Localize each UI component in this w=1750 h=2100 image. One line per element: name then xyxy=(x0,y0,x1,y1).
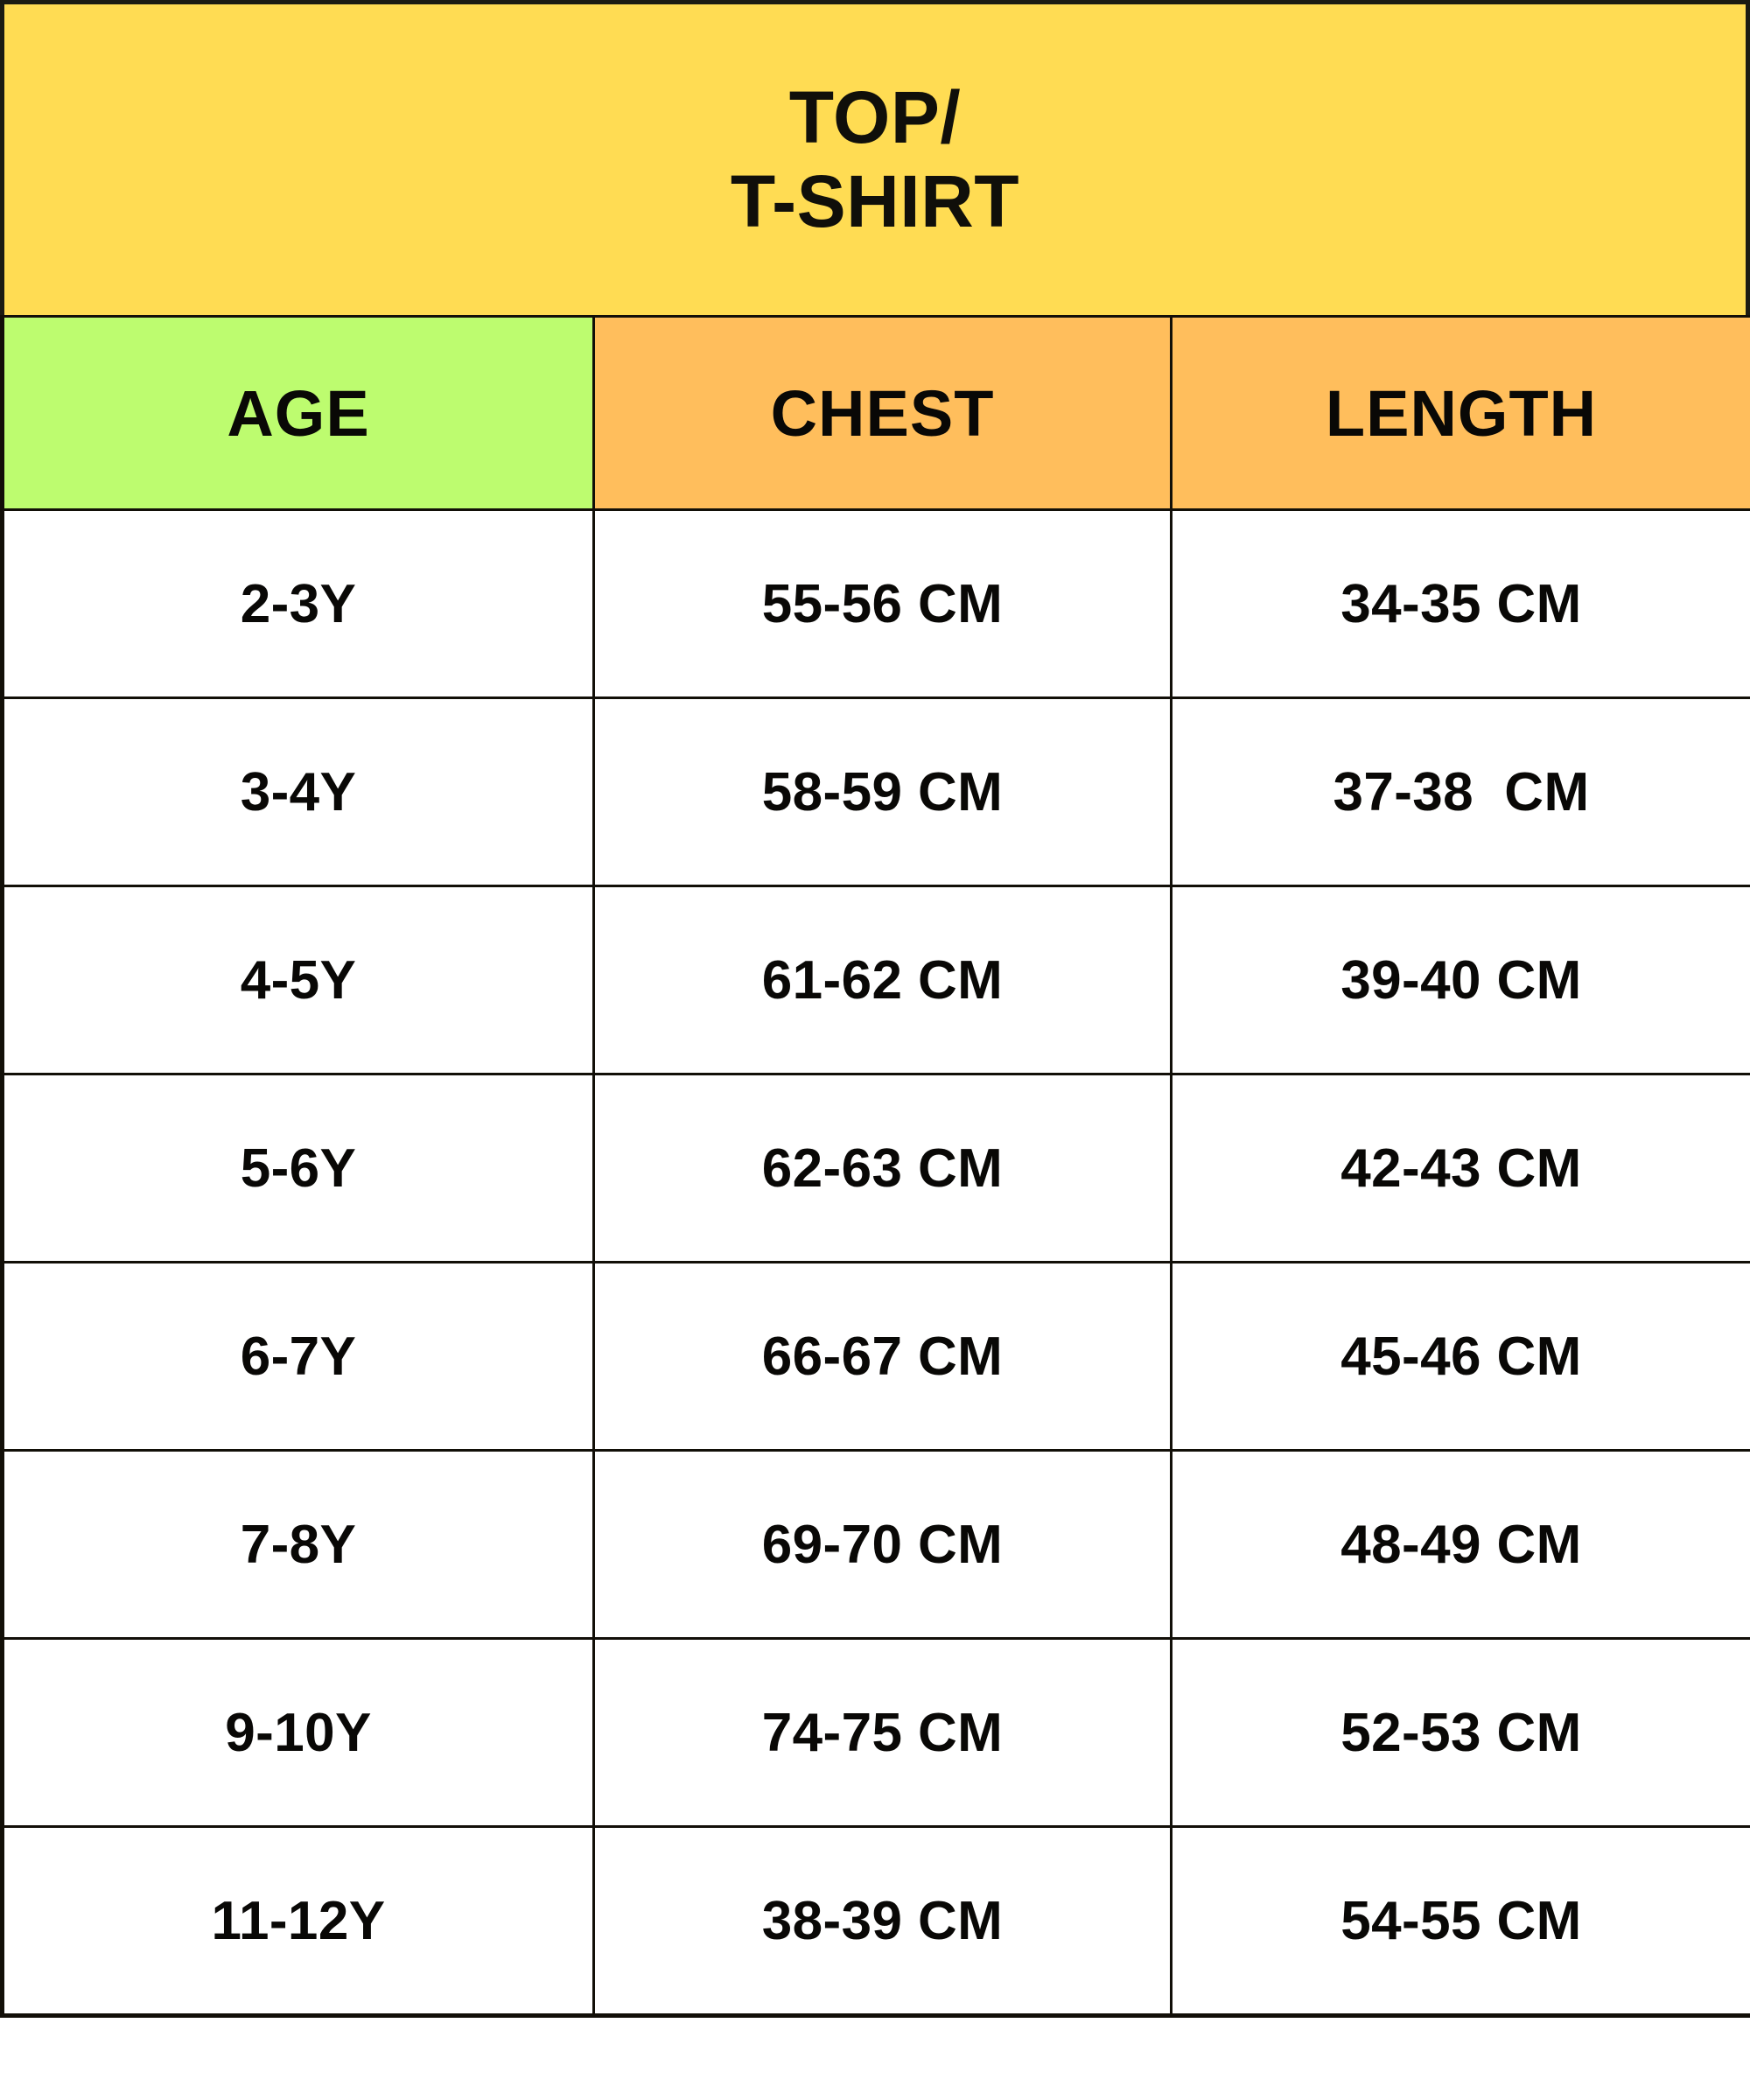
column-header-chest: CHEST xyxy=(592,315,1172,511)
cell-chest: 69-70 CM xyxy=(592,1449,1172,1640)
cell-age: 4-5Y xyxy=(0,885,595,1075)
table-row: 3-4Y 58-59 CM 37-38 CM xyxy=(0,696,1750,887)
column-header-age: AGE xyxy=(0,315,595,511)
cell-length: 45-46 CM xyxy=(1170,1261,1750,1452)
chart-title-line-1: TOP/ xyxy=(788,75,962,158)
table-row: 5-6Y 62-63 CM 42-43 CM xyxy=(0,1073,1750,1264)
table-row: 6-7Y 66-67 CM 45-46 CM xyxy=(0,1261,1750,1452)
cell-length: 39-40 CM xyxy=(1170,885,1750,1075)
table-row: 9-10Y 74-75 CM 52-53 CM xyxy=(0,1637,1750,1828)
table-row: 2-3Y 55-56 CM 34-35 CM xyxy=(0,508,1750,699)
cell-chest: 61-62 CM xyxy=(592,885,1172,1075)
cell-length: 48-49 CM xyxy=(1170,1449,1750,1640)
cell-chest: 62-63 CM xyxy=(592,1073,1172,1264)
cell-age: 7-8Y xyxy=(0,1449,595,1640)
cell-age: 5-6Y xyxy=(0,1073,595,1264)
table-row: 7-8Y 69-70 CM 48-49 CM xyxy=(0,1449,1750,1640)
cell-length: 34-35 CM xyxy=(1170,508,1750,699)
cell-chest: 74-75 CM xyxy=(592,1637,1172,1828)
table-header-row: AGE CHEST LENGTH xyxy=(0,315,1750,511)
size-chart-page: TOP/ T-SHIRT AGE CHEST LENGTH 2-3Y 55-56… xyxy=(0,0,1750,2100)
cell-age: 11-12Y xyxy=(0,1825,595,2018)
cell-age: 6-7Y xyxy=(0,1261,595,1452)
cell-chest: 55-56 CM xyxy=(592,508,1172,699)
chart-title-line-2: T-SHIRT xyxy=(730,159,1020,242)
column-header-length: LENGTH xyxy=(1170,315,1750,511)
cell-age: 9-10Y xyxy=(0,1637,595,1828)
cell-length: 52-53 CM xyxy=(1170,1637,1750,1828)
size-chart-table: AGE CHEST LENGTH 2-3Y 55-56 CM 34-35 CM … xyxy=(0,315,1750,2018)
table-row: 11-12Y 38-39 CM 54-55 CM xyxy=(0,1825,1750,2018)
chart-title-banner: TOP/ T-SHIRT xyxy=(0,0,1750,315)
cell-chest: 58-59 CM xyxy=(592,696,1172,887)
cell-age: 3-4Y xyxy=(0,696,595,887)
cell-chest: 38-39 CM xyxy=(592,1825,1172,2018)
table-body: 2-3Y 55-56 CM 34-35 CM 3-4Y 58-59 CM 37-… xyxy=(0,508,1750,2018)
cell-age: 2-3Y xyxy=(0,508,595,699)
cell-length: 37-38 CM xyxy=(1170,696,1750,887)
cell-length: 42-43 CM xyxy=(1170,1073,1750,1264)
cell-length: 54-55 CM xyxy=(1170,1825,1750,2018)
cell-chest: 66-67 CM xyxy=(592,1261,1172,1452)
table-row: 4-5Y 61-62 CM 39-40 CM xyxy=(0,885,1750,1075)
